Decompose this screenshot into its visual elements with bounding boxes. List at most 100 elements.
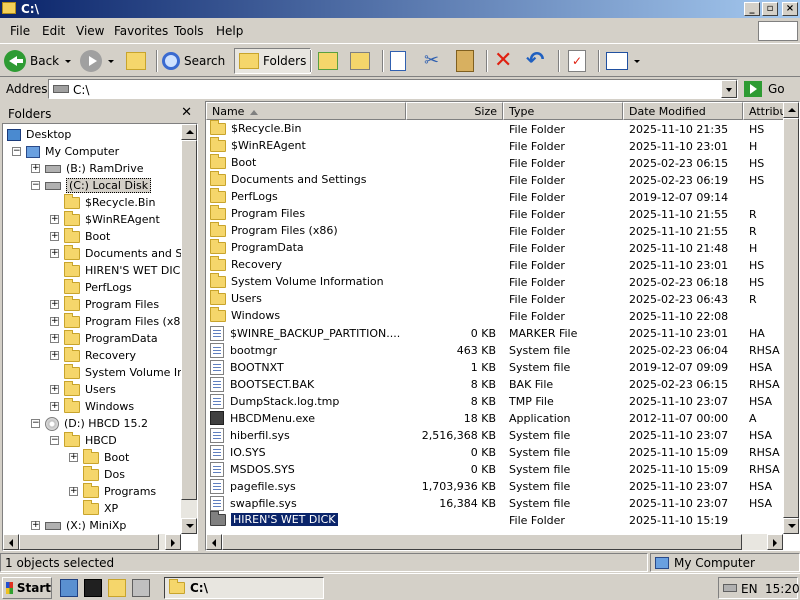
scroll-down-button[interactable] [181,518,197,534]
file-row[interactable]: BOOTSECT.BAK 8 KB BAK File 2025-02-23 06:15… [206,376,799,393]
collapse-toggle[interactable]: − [31,181,40,190]
back-button[interactable]: Back [4,48,72,74]
file-list[interactable]: Name Size Type Date Modified Attributes … [205,101,800,551]
tree-item[interactable]: HIREN'S WET DICK [64,261,188,279]
quicklaunch-desktop-icon[interactable] [132,579,150,597]
start-button[interactable]: Start [2,577,52,599]
expand-toggle[interactable]: + [31,521,40,530]
forward-button[interactable] [80,48,114,74]
file-list-vscroll[interactable] [783,102,799,534]
network-icon[interactable] [723,584,737,592]
file-row[interactable]: Boot File Folder 2025-02-23 06:15 HS [206,153,799,172]
file-row[interactable]: Recovery File Folder 2025-11-10 23:01 HS [206,255,799,274]
expand-toggle[interactable]: + [50,232,59,241]
address-dropdown-button[interactable] [721,80,737,98]
tree-item[interactable]: (C:) Local Disk [45,177,152,194]
delete-button[interactable]: ✕ [494,48,512,74]
hscroll-thumb[interactable] [222,534,742,550]
file-row[interactable]: Windows File Folder 2025-11-10 22:08 [206,306,799,325]
file-row[interactable]: System Volume Information File Folder 2025… [206,272,799,291]
menu-tools[interactable]: Tools [174,24,204,38]
expand-toggle[interactable]: + [50,300,59,309]
tree-item[interactable]: Program Files (x86) [64,312,192,330]
address-input[interactable]: C:\ [48,79,738,99]
expand-toggle[interactable]: + [50,351,59,360]
tree-item[interactable]: My Computer [26,143,119,160]
expand-toggle[interactable]: + [69,453,78,462]
folder-tree[interactable]: Desktop − My Computer + (B:) RamDrive − (C:) L… [2,123,198,551]
tree-item[interactable]: ProgramData [64,329,158,347]
expand-toggle[interactable]: + [31,164,40,173]
file-row[interactable]: DumpStack.log.tmp 8 KB TMP File 2025-11-10 … [206,393,799,410]
tree-item[interactable]: (X:) MiniXp [45,517,126,534]
expand-toggle[interactable]: + [50,402,59,411]
collapse-toggle[interactable]: − [50,436,59,445]
column-name-header[interactable]: Name [206,102,406,120]
file-row[interactable]: $WINRE_BACKUP_PARTITION.... 0 KB MARKER Fi… [206,325,799,342]
views-button[interactable] [606,48,640,74]
cut-button[interactable]: ✂ [424,48,439,74]
search-button[interactable]: Search [162,48,225,74]
file-row[interactable]: PerfLogs File Folder 2019-12-07 09:14 [206,187,799,206]
quicklaunch-explorer-icon[interactable] [108,579,126,597]
tree-item[interactable]: Documents and Setti [64,244,197,262]
tree-item[interactable]: Recovery [64,346,136,364]
collapse-toggle[interactable]: − [31,419,40,428]
paste-button[interactable] [456,48,474,74]
properties-button[interactable]: ✓ [568,48,586,74]
file-row[interactable]: MSDOS.SYS 0 KB System file 2025-11-10 15:09… [206,461,799,478]
scroll-left-button[interactable] [206,534,222,550]
tree-item[interactable]: Desktop [7,126,71,143]
tree-vscroll[interactable] [181,124,197,534]
scroll-up-button[interactable] [783,102,799,118]
tree-item[interactable]: XP [83,499,118,517]
expand-toggle[interactable]: + [50,385,59,394]
copy-button[interactable] [390,48,406,74]
file-list-hscroll[interactable] [206,534,783,550]
clock[interactable]: 15:20 [765,582,800,596]
language-indicator[interactable]: EN [741,582,758,596]
address-value[interactable]: C:\ [73,83,89,97]
forward-dropdown-icon[interactable] [108,59,114,63]
tree-item[interactable]: Programs [83,482,156,500]
close-folders-pane-button[interactable]: ✕ [181,105,192,120]
tree-item[interactable]: $Recycle.Bin [64,193,155,211]
tree-item[interactable]: HBCD [64,431,117,449]
minimize-button[interactable]: _ [744,2,760,16]
tree-item[interactable]: (D:) HBCD 15.2 [45,415,148,432]
scroll-right-button[interactable] [767,534,783,550]
expand-toggle[interactable]: + [50,317,59,326]
file-row[interactable]: hiberfil.sys 2,516,368 KB System file 2025-… [206,427,799,444]
file-row[interactable]: bootmgr 463 KB System file 2025-02-23 06:04… [206,342,799,359]
tree-hscroll[interactable] [3,534,181,550]
file-row[interactable]: HBCDMenu.exe 18 KB Application 2012-11-07 0… [206,410,799,427]
column-size-header[interactable]: Size [406,102,503,120]
expand-toggle[interactable]: + [69,487,78,496]
scroll-thumb[interactable] [181,140,197,500]
tree-item[interactable]: Windows [64,397,134,415]
tree-item[interactable]: Boot [64,227,110,245]
quicklaunch-ie-icon[interactable] [60,579,78,597]
menu-favorites[interactable]: Favorites [114,24,168,38]
move-to-button[interactable] [318,48,338,74]
quicklaunch-cmd-icon[interactable] [84,579,102,597]
maximize-button[interactable]: ▫ [762,2,778,16]
expand-toggle[interactable]: + [50,249,59,258]
scroll-down-button[interactable] [783,518,799,534]
up-folder-button[interactable] [126,48,146,74]
tree-item[interactable]: $WinREAgent [64,210,160,228]
column-date-header[interactable]: Date Modified [623,102,743,120]
title-bar[interactable]: C:\ _ ▫ × [0,0,800,18]
tree-item[interactable]: Program Files [64,295,159,313]
tree-item[interactable]: Dos [83,465,125,483]
tree-item[interactable]: System Volume Inforr [64,363,197,381]
hscroll-thumb[interactable] [19,534,159,550]
file-row[interactable]: Users File Folder 2025-02-23 06:43 R [206,289,799,308]
scroll-left-button[interactable] [3,534,19,550]
file-row[interactable]: Documents and Settings File Folder 2025-02… [206,170,799,189]
file-row[interactable]: $Recycle.Bin File Folder 2025-11-10 21:35 H… [206,119,799,138]
expand-toggle[interactable]: + [50,334,59,343]
go-button[interactable]: Go [744,79,785,99]
tree-item[interactable]: (B:) RamDrive [45,160,144,177]
column-type-header[interactable]: Type [503,102,623,120]
